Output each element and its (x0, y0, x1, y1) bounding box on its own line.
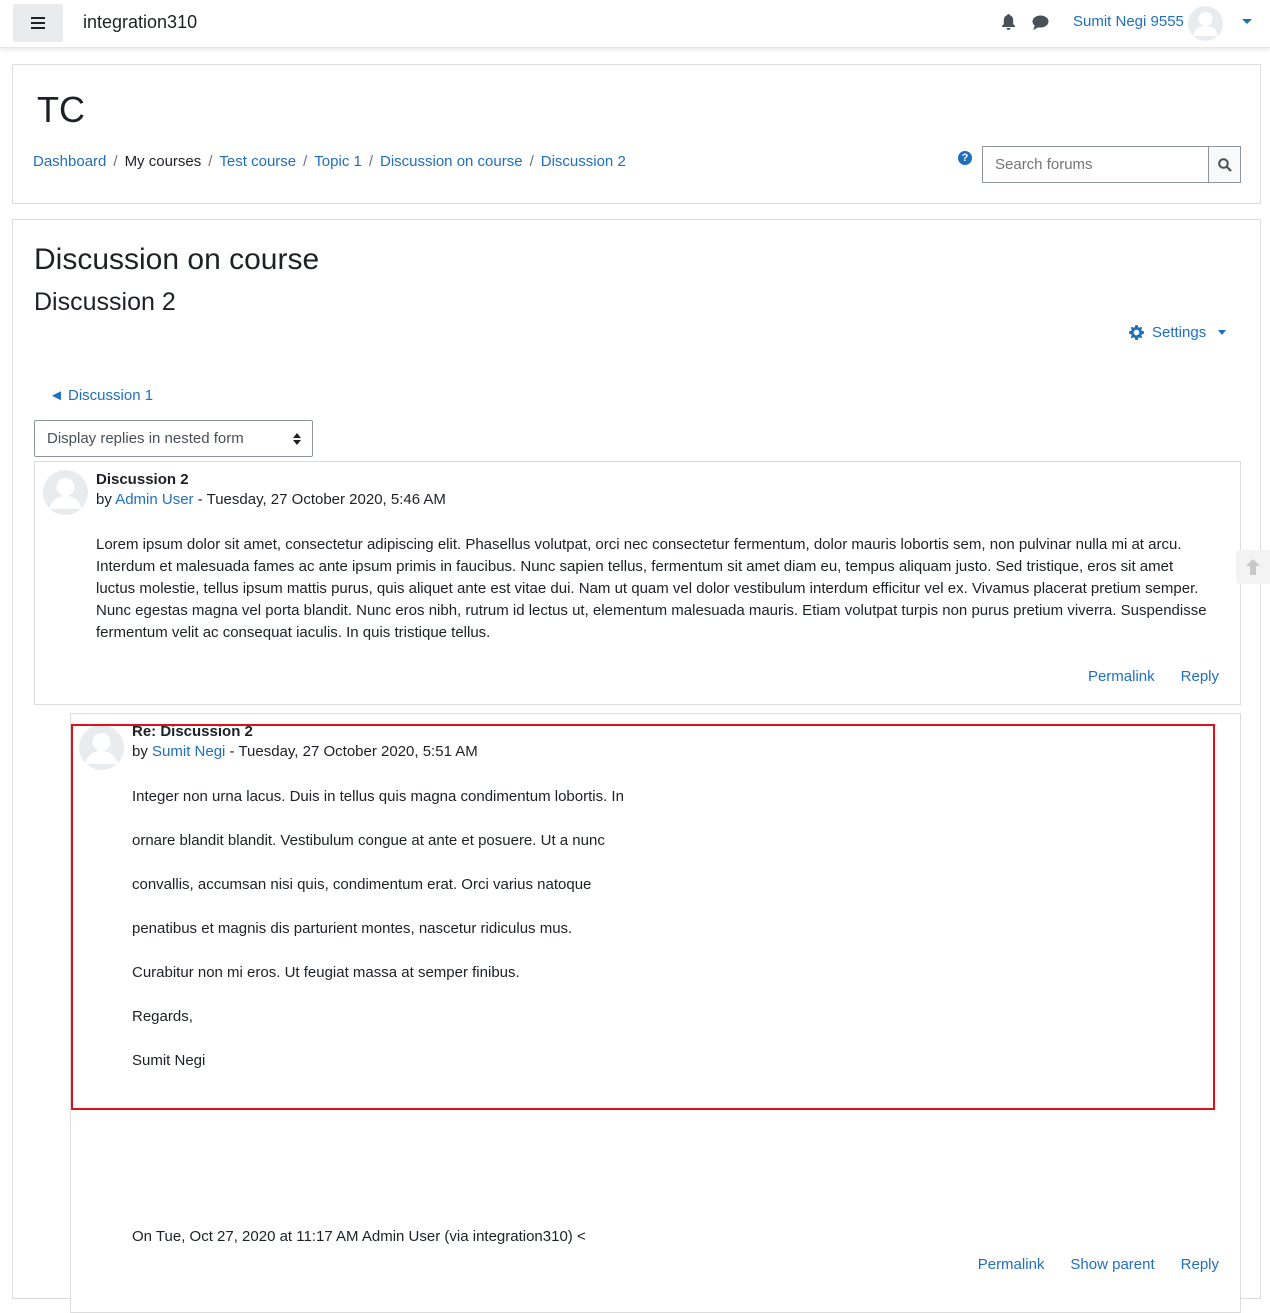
reply-link[interactable]: Reply (1181, 1256, 1219, 1273)
settings-label: Settings (1152, 324, 1207, 341)
post-paragraph: Curabitur non mi eros. Ut feugiat massa … (132, 964, 520, 981)
post-date: - Tuesday, 27 October 2020, 5:46 AM (197, 491, 446, 508)
main-region: Discussion on course Discussion 2 Settin… (12, 219, 1261, 1313)
user-menu-caret-icon[interactable] (1242, 19, 1252, 24)
post-paragraph: Regards, (132, 1008, 193, 1025)
site-name-link[interactable]: integration310 (83, 12, 197, 33)
breadcrumb-forum[interactable]: Discussion on course (380, 153, 523, 170)
select-arrows-icon (293, 433, 301, 445)
post-paragraph: ornare blandit blandit. Vestibulum congu… (132, 832, 605, 849)
user-menu-name[interactable]: Sumit Negi 9555 (1073, 13, 1184, 30)
forum-title: Discussion on course (34, 243, 320, 276)
settings-menu[interactable]: Settings (1129, 324, 1227, 341)
search-button[interactable] (1208, 146, 1241, 183)
permalink-link[interactable]: Permalink (1088, 668, 1155, 685)
course-short-name: TC (37, 89, 85, 130)
breadcrumb-separator: / (368, 153, 373, 170)
author-avatar[interactable] (79, 725, 124, 770)
user-avatar[interactable] (1188, 6, 1223, 41)
post-paragraph: Sumit Negi (132, 1052, 206, 1069)
reply-link[interactable]: Reply (1181, 668, 1219, 685)
breadcrumb-my-courses: My courses (124, 153, 202, 170)
bell-icon[interactable] (1001, 14, 1016, 34)
display-mode-value: Display replies in nested form (47, 430, 244, 447)
search-forums-input[interactable] (982, 146, 1208, 183)
breadcrumb-dashboard[interactable]: Dashboard (33, 153, 106, 170)
byline-by: by (96, 491, 112, 508)
post-subject: Discussion 2 (96, 471, 189, 488)
post-date: - Tuesday, 27 October 2020, 5:51 AM (229, 743, 478, 760)
breadcrumb-test-course[interactable]: Test course (219, 153, 296, 170)
post-byline: by Sumit Negi - Tuesday, 27 October 2020… (132, 743, 478, 760)
post-paragraph: penatibus et magnis dis parturient monte… (132, 920, 573, 937)
top-navbar: integration310 Sumit Negi 9555 (0, 0, 1270, 48)
breadcrumb-discussion[interactable]: Discussion 2 (541, 153, 626, 170)
post-author-link[interactable]: Admin User (115, 491, 193, 508)
post-byline: by Admin User - Tuesday, 27 October 2020… (96, 491, 446, 508)
help-icon[interactable]: ? (958, 151, 972, 165)
discussion-title: Discussion 2 (34, 288, 176, 316)
forum-post: Discussion 2 by Admin User - Tuesday, 27… (34, 461, 1241, 705)
forum-reply-post: Re: Discussion 2 by Sumit Negi - Tuesday… (70, 713, 1241, 1313)
show-parent-link[interactable]: Show parent (1070, 1256, 1154, 1273)
page-header: TC Dashboard / My courses / Test course / Topi… (12, 64, 1261, 204)
breadcrumb-topic[interactable]: Topic 1 (314, 153, 362, 170)
byline-by: by (132, 743, 148, 760)
hamburger-icon[interactable] (13, 4, 63, 42)
breadcrumb-separator: / (529, 153, 534, 170)
permalink-link[interactable]: Permalink (978, 1256, 1045, 1273)
breadcrumb-separator: / (303, 153, 308, 170)
post-actions: Permalink Show parent Reply (978, 1256, 1219, 1273)
post-paragraph: convallis, accumsan nisi quis, condiment… (132, 876, 592, 893)
gear-icon (1129, 325, 1144, 340)
quoted-email-header: On Tue, Oct 27, 2020 at 11:17 AM Admin U… (132, 1228, 586, 1245)
search-icon (1217, 157, 1232, 172)
author-avatar[interactable] (43, 470, 88, 515)
breadcrumb: Dashboard / My courses / Test course / Topic 1… (33, 153, 626, 170)
post-subject: Re: Discussion 2 (132, 723, 253, 740)
back-to-top-button[interactable] (1236, 550, 1270, 584)
arrow-up-icon (1246, 559, 1260, 575)
previous-discussion-link[interactable]: ◄ Discussion 1 (49, 387, 153, 404)
post-content: Integer non urna lacus. Duis in tellus q… (132, 786, 1192, 1094)
breadcrumb-separator: / (208, 153, 213, 170)
post-actions: Permalink Reply (1088, 668, 1219, 685)
breadcrumb-separator: / (113, 153, 118, 170)
settings-caret-icon (1218, 330, 1227, 335)
post-content: Lorem ipsum dolor sit amet, consectetur … (96, 536, 1207, 641)
chat-icon[interactable] (1032, 15, 1049, 34)
post-paragraph: Integer non urna lacus. Duis in tellus q… (132, 788, 624, 805)
display-mode-select[interactable]: Display replies in nested form (34, 420, 313, 457)
post-author-link[interactable]: Sumit Negi (152, 743, 225, 760)
